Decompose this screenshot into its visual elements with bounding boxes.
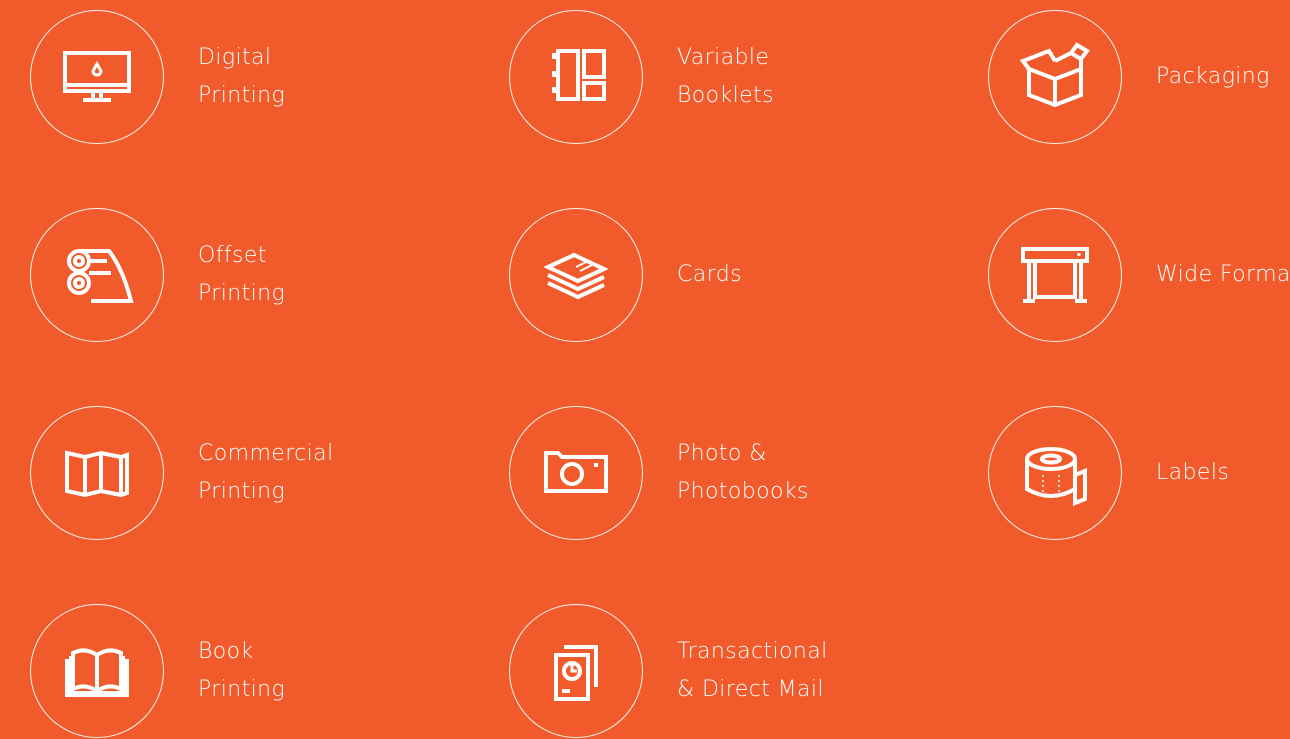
icon-circle <box>988 10 1122 144</box>
open-book-icon <box>65 648 129 697</box>
tile-label: Offset Printing <box>198 237 285 313</box>
tile-label: Labels <box>1156 454 1229 492</box>
tile-label: Book Printing <box>198 633 285 709</box>
tile-label: Wide Format <box>1156 256 1290 294</box>
tile-label: Transactional & Direct Mail <box>677 633 828 709</box>
folded-map-icon <box>65 450 129 498</box>
icon-circle <box>30 406 164 540</box>
icon-circle <box>30 10 164 144</box>
icon-circle <box>30 604 164 738</box>
icon-circle <box>509 208 643 342</box>
label-line: Printing <box>198 83 286 108</box>
tile-packaging[interactable]: Packaging <box>988 10 1270 144</box>
tile-label: Cards <box>677 256 742 294</box>
label-line: Wide Format <box>1156 262 1290 287</box>
tile-transactional-direct-mail[interactable]: Transactional & Direct Mail <box>509 604 828 738</box>
label-line: Photobooks <box>677 479 809 504</box>
tile-variable-booklets[interactable]: Variable Booklets <box>509 10 774 144</box>
tile-commercial-printing[interactable]: Commercial Printing <box>30 406 334 540</box>
icon-circle <box>509 406 643 540</box>
monitor-icon <box>63 51 131 102</box>
label-line: Packaging <box>1156 64 1270 89</box>
wide-format-printer-icon <box>1021 247 1089 303</box>
mail-document-icon <box>554 645 598 701</box>
tile-labels[interactable]: Labels <box>988 406 1229 540</box>
tile-label: Packaging <box>1156 58 1270 96</box>
label-line: Commercial <box>198 441 334 466</box>
offset-rollers-icon <box>67 249 134 303</box>
label-line: Photo & <box>677 441 767 466</box>
tile-label: Commercial Printing <box>198 435 334 511</box>
tile-cards[interactable]: Cards <box>509 208 742 342</box>
icon-circle <box>30 208 164 342</box>
tile-book-printing[interactable]: Book Printing <box>30 604 285 738</box>
label-line: Cards <box>677 262 742 287</box>
label-line: Variable <box>677 45 770 70</box>
label-line: Printing <box>198 677 286 702</box>
tile-label: Photo & Photobooks <box>677 435 809 511</box>
label-line: Printing <box>198 479 286 504</box>
label-line: Labels <box>1156 460 1230 485</box>
icon-circle <box>509 604 643 738</box>
label-line: & Direct Mail <box>677 677 824 702</box>
icon-circle <box>509 10 643 144</box>
label-line: Digital <box>198 45 272 70</box>
icon-circle <box>988 406 1122 540</box>
label-roll-icon <box>1025 447 1087 506</box>
label-line: Booklets <box>677 83 775 108</box>
icon-circle <box>988 208 1122 342</box>
label-line: Transactional <box>677 639 828 664</box>
card-stack-icon <box>543 252 609 300</box>
label-line: Offset <box>198 243 267 268</box>
box-icon <box>1019 42 1090 108</box>
printing-categories-grid: Digital Printing Variable Booklets Packa… <box>0 0 1290 739</box>
tile-digital-printing[interactable]: Digital Printing <box>30 10 285 144</box>
tile-photo-photobooks[interactable]: Photo & Photobooks <box>509 406 809 540</box>
label-line: Printing <box>198 281 286 306</box>
label-line: Book <box>198 639 254 664</box>
tile-label: Variable Booklets <box>677 39 774 115</box>
booklet-layout-icon <box>552 49 606 101</box>
camera-icon <box>544 451 608 493</box>
tile-offset-printing[interactable]: Offset Printing <box>30 208 285 342</box>
tile-wide-format[interactable]: Wide Format <box>988 208 1290 342</box>
tile-label: Digital Printing <box>198 39 285 115</box>
